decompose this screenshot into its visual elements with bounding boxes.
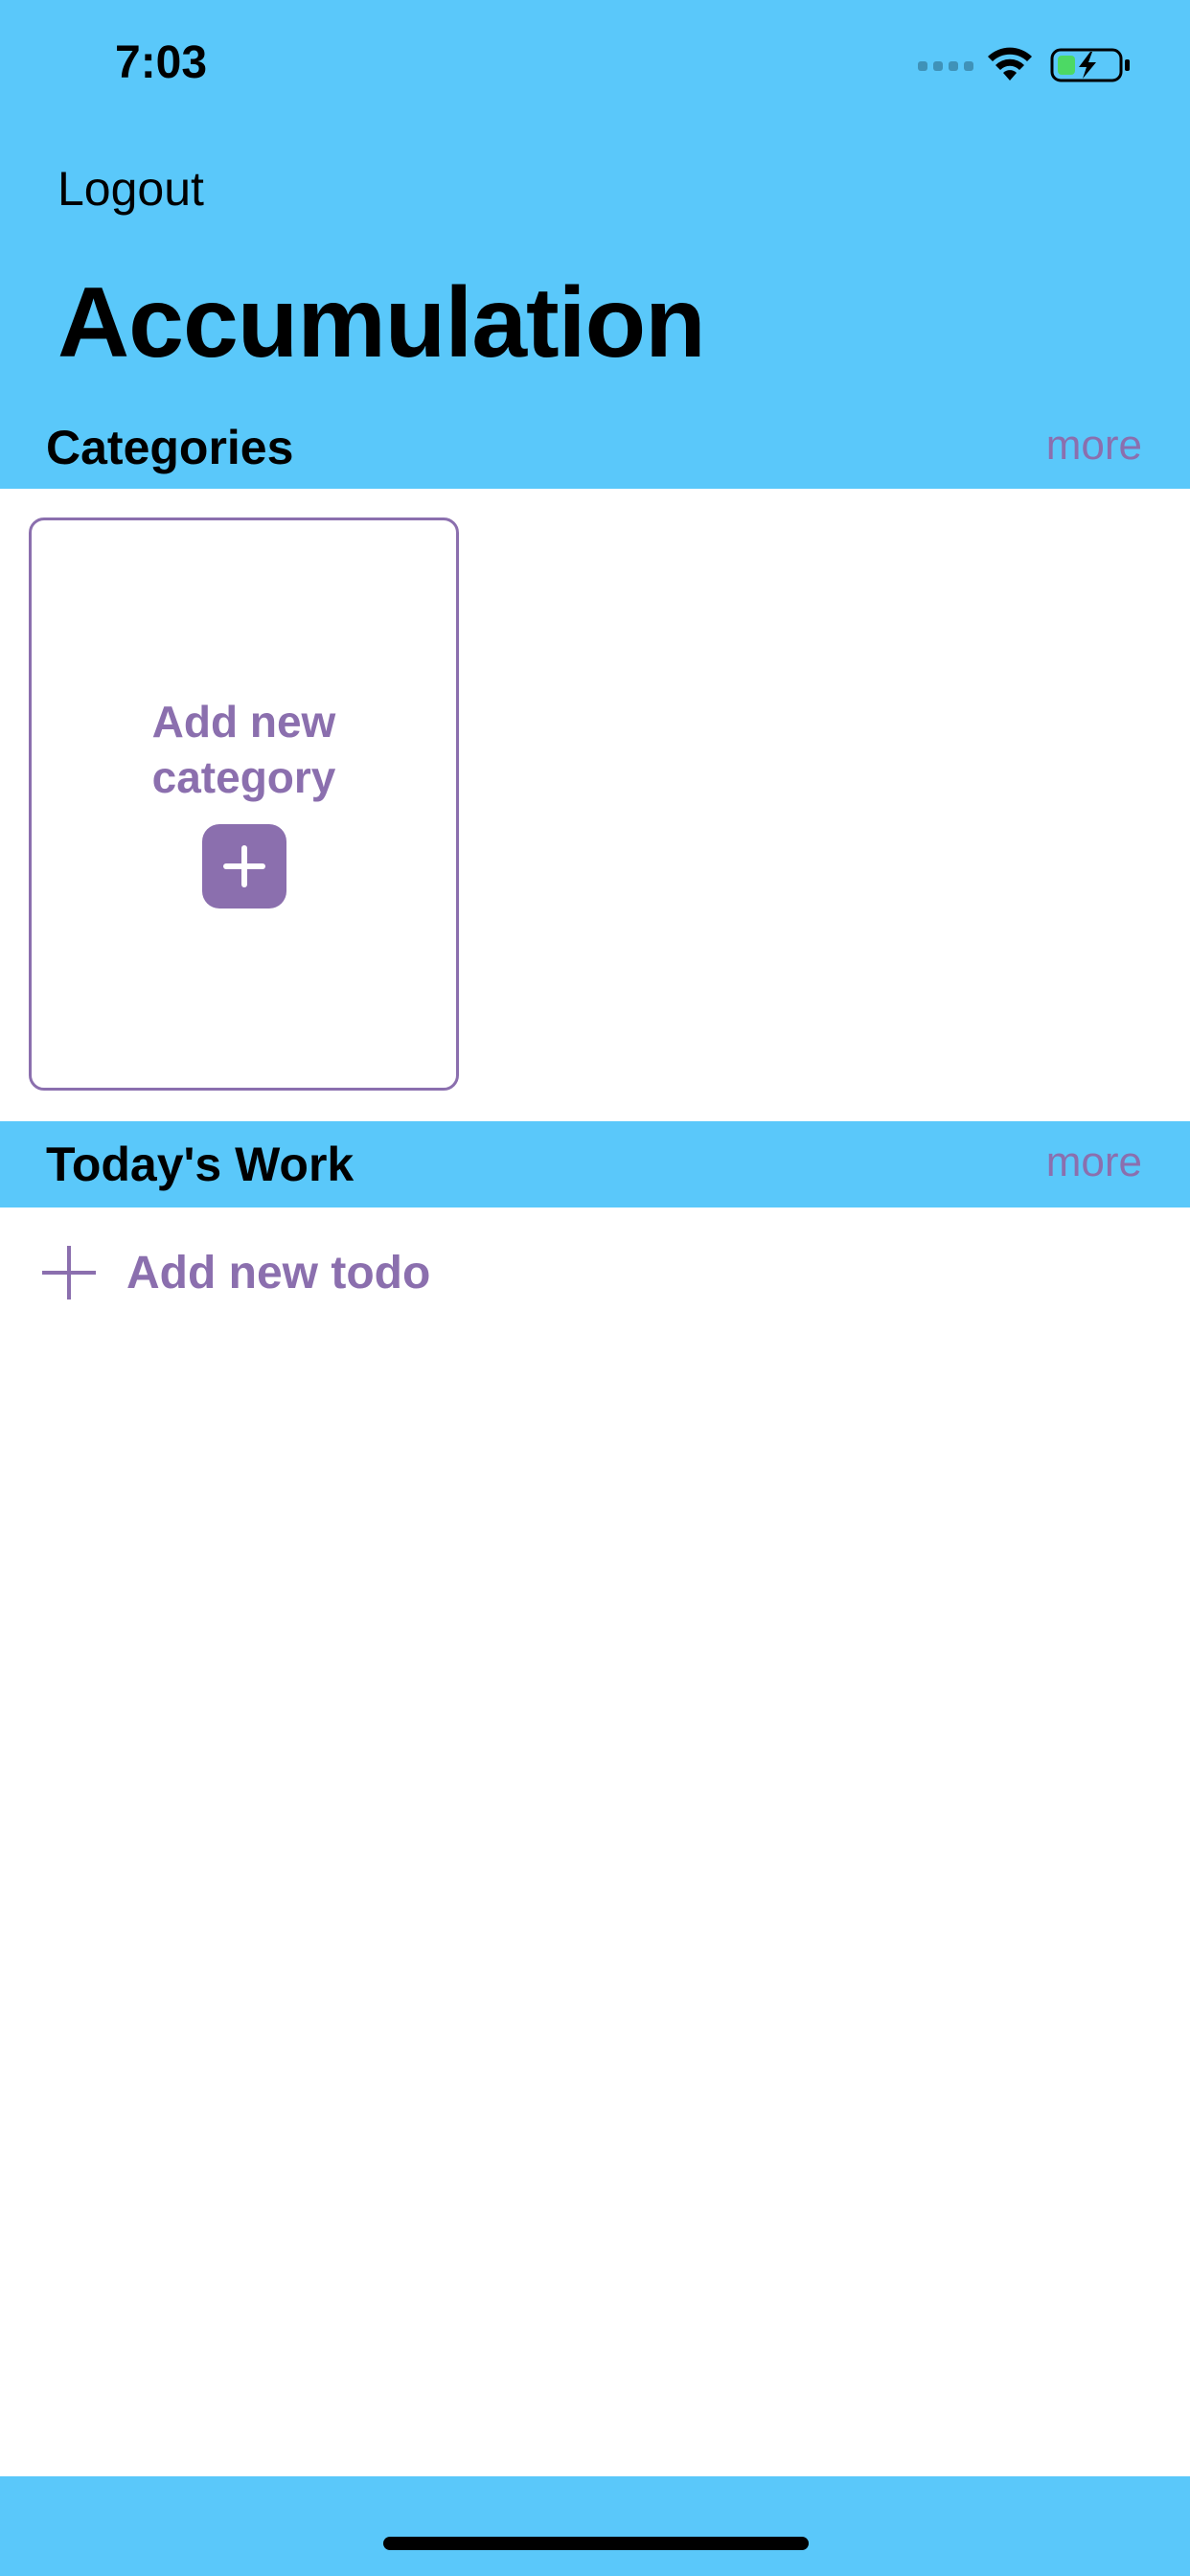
add-todo-button[interactable]: Add new todo (38, 1236, 430, 1309)
todays-work-more-link[interactable]: more (1046, 1138, 1142, 1186)
signal-icon (918, 61, 973, 71)
add-category-card[interactable]: Add new category (29, 518, 459, 1091)
status-bar: 7:03 (0, 0, 1190, 134)
page-title: Accumulation (57, 267, 706, 379)
battery-charging-icon (1050, 48, 1130, 82)
header: 7:03 Logout Accumulation Categories more (0, 0, 1190, 489)
bottom-bar (0, 2476, 1190, 2576)
categories-more-link[interactable]: more (1046, 422, 1142, 470)
plus-icon (201, 824, 286, 908)
todays-work-title: Today's Work (46, 1138, 355, 1191)
app-screen: 7:03 Logout Accumulation Categories more… (0, 0, 1190, 2576)
add-todo-label: Add new todo (126, 1247, 431, 1299)
home-indicator[interactable] (383, 2537, 809, 2550)
todays-work-header: Today's Work more (0, 1121, 1190, 1208)
logout-button[interactable]: Logout (57, 161, 204, 217)
add-category-label: Add new category (151, 697, 336, 802)
wifi-icon (988, 47, 1032, 80)
plus-icon (42, 1246, 96, 1300)
categories-title: Categories (46, 421, 294, 474)
status-time: 7:03 (115, 37, 208, 88)
